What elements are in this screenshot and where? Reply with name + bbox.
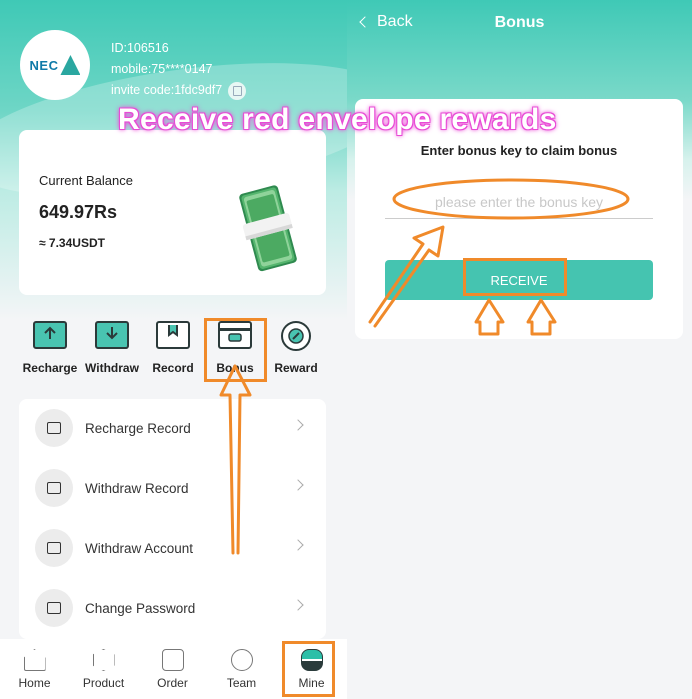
menu-list: Recharge Record Withdraw Record Withdraw… bbox=[19, 399, 326, 639]
quick-reward-label: Reward bbox=[274, 361, 318, 375]
quick-recharge-label: Recharge bbox=[22, 361, 78, 375]
bonus-icon bbox=[218, 321, 252, 349]
menu-item-label: Withdraw Account bbox=[85, 541, 194, 556]
logo-mark-icon bbox=[60, 55, 81, 75]
mobile-label: mobile: bbox=[111, 62, 152, 76]
chevron-right-icon bbox=[292, 539, 304, 551]
balance-usdt: ≈ 7.34USDT bbox=[39, 236, 105, 250]
tab-order-label: Order bbox=[157, 676, 188, 690]
chevron-right-icon bbox=[292, 479, 304, 491]
chevron-right-icon bbox=[292, 599, 304, 611]
quick-bonus-label: Bonus bbox=[216, 361, 254, 375]
recharge-icon bbox=[33, 321, 67, 349]
quick-record-label: Record bbox=[152, 361, 194, 375]
record-icon bbox=[156, 321, 190, 349]
user-id-value: 106516 bbox=[126, 41, 169, 55]
invite-code-row: invite code: 1fdc9df7 bbox=[111, 80, 247, 101]
menu-item-label: Recharge Record bbox=[85, 421, 191, 436]
bonus-key-input[interactable] bbox=[385, 185, 653, 219]
user-info: ID: 106516 mobile: 75****0147 invite cod… bbox=[111, 38, 247, 101]
menu-item-recharge-record[interactable]: Recharge Record bbox=[19, 399, 326, 459]
menu-item-label: Withdraw Record bbox=[85, 481, 189, 496]
logo-text: NEC bbox=[29, 57, 59, 73]
tab-mine[interactable]: Mine bbox=[277, 639, 346, 690]
team-icon bbox=[230, 649, 253, 671]
bonus-card: Enter bonus key to claim bonus RECEIVE bbox=[355, 99, 683, 339]
home-icon bbox=[23, 649, 46, 671]
menu-item-withdraw-account[interactable]: Withdraw Account bbox=[19, 519, 326, 579]
page-title: Bonus bbox=[494, 14, 545, 31]
bottom-tab-bar: Home Product Order Team Mine bbox=[0, 639, 347, 699]
quick-withdraw-label: Withdraw bbox=[85, 361, 139, 375]
tab-order[interactable]: Order bbox=[138, 639, 207, 690]
tab-team-label: Team bbox=[226, 676, 257, 690]
tab-home[interactable]: Home bbox=[0, 639, 69, 690]
balance-card: Current Balance 649.97Rs ≈ 7.34USDT bbox=[19, 130, 326, 295]
invite-code-value: 1fdc9df7 bbox=[174, 83, 223, 97]
order-icon bbox=[161, 649, 184, 671]
product-icon bbox=[92, 649, 115, 671]
user-id-row: ID: 106516 bbox=[111, 38, 246, 59]
tab-team[interactable]: Team bbox=[207, 639, 276, 690]
lock-icon bbox=[35, 589, 73, 627]
quick-recharge[interactable]: Recharge bbox=[18, 318, 82, 375]
user-id-label: ID: bbox=[111, 41, 127, 55]
withdraw-icon bbox=[95, 321, 129, 349]
chevron-right-icon bbox=[292, 419, 304, 431]
tab-home-label: Home bbox=[18, 676, 51, 690]
bonus-heading: Enter bonus key to claim bonus bbox=[420, 143, 618, 158]
reward-icon bbox=[281, 321, 311, 351]
tab-product-label: Product bbox=[82, 676, 125, 690]
quick-bonus[interactable]: Bonus bbox=[203, 318, 267, 375]
user-mobile-row: mobile: 75****0147 bbox=[111, 59, 246, 80]
tab-mine-label: Mine bbox=[298, 676, 325, 690]
mine-screen: NEC ID: 106516 mobile: 75****0147 invite… bbox=[0, 0, 347, 699]
tab-product[interactable]: Product bbox=[69, 639, 138, 690]
menu-item-change-password[interactable]: Change Password bbox=[19, 579, 326, 639]
quick-record[interactable]: Record bbox=[141, 318, 205, 375]
balance-amount: 649.97Rs bbox=[39, 202, 118, 222]
copy-icon[interactable] bbox=[228, 81, 247, 100]
mobile-value: 75****0147 bbox=[151, 62, 213, 76]
mine-icon bbox=[300, 649, 323, 671]
bonus-screen: Back Bonus Enter bonus key to claim bonu… bbox=[347, 0, 692, 699]
invite-code-label: invite code: bbox=[111, 83, 175, 97]
quick-actions: Recharge Withdraw Record Bonus Reward bbox=[14, 318, 334, 378]
recharge-record-icon bbox=[35, 409, 73, 447]
withdraw-account-icon bbox=[35, 529, 73, 567]
avatar[interactable]: NEC bbox=[20, 30, 90, 100]
quick-reward[interactable]: Reward bbox=[264, 318, 328, 375]
withdraw-record-icon bbox=[35, 469, 73, 507]
quick-withdraw[interactable]: Withdraw bbox=[80, 318, 144, 375]
menu-item-label: Change Password bbox=[85, 601, 196, 616]
menu-item-withdraw-record[interactable]: Withdraw Record bbox=[19, 459, 326, 519]
receive-button[interactable]: RECEIVE bbox=[385, 260, 653, 300]
cash-stack-icon bbox=[239, 185, 297, 272]
balance-label: Current Balance bbox=[39, 173, 133, 188]
